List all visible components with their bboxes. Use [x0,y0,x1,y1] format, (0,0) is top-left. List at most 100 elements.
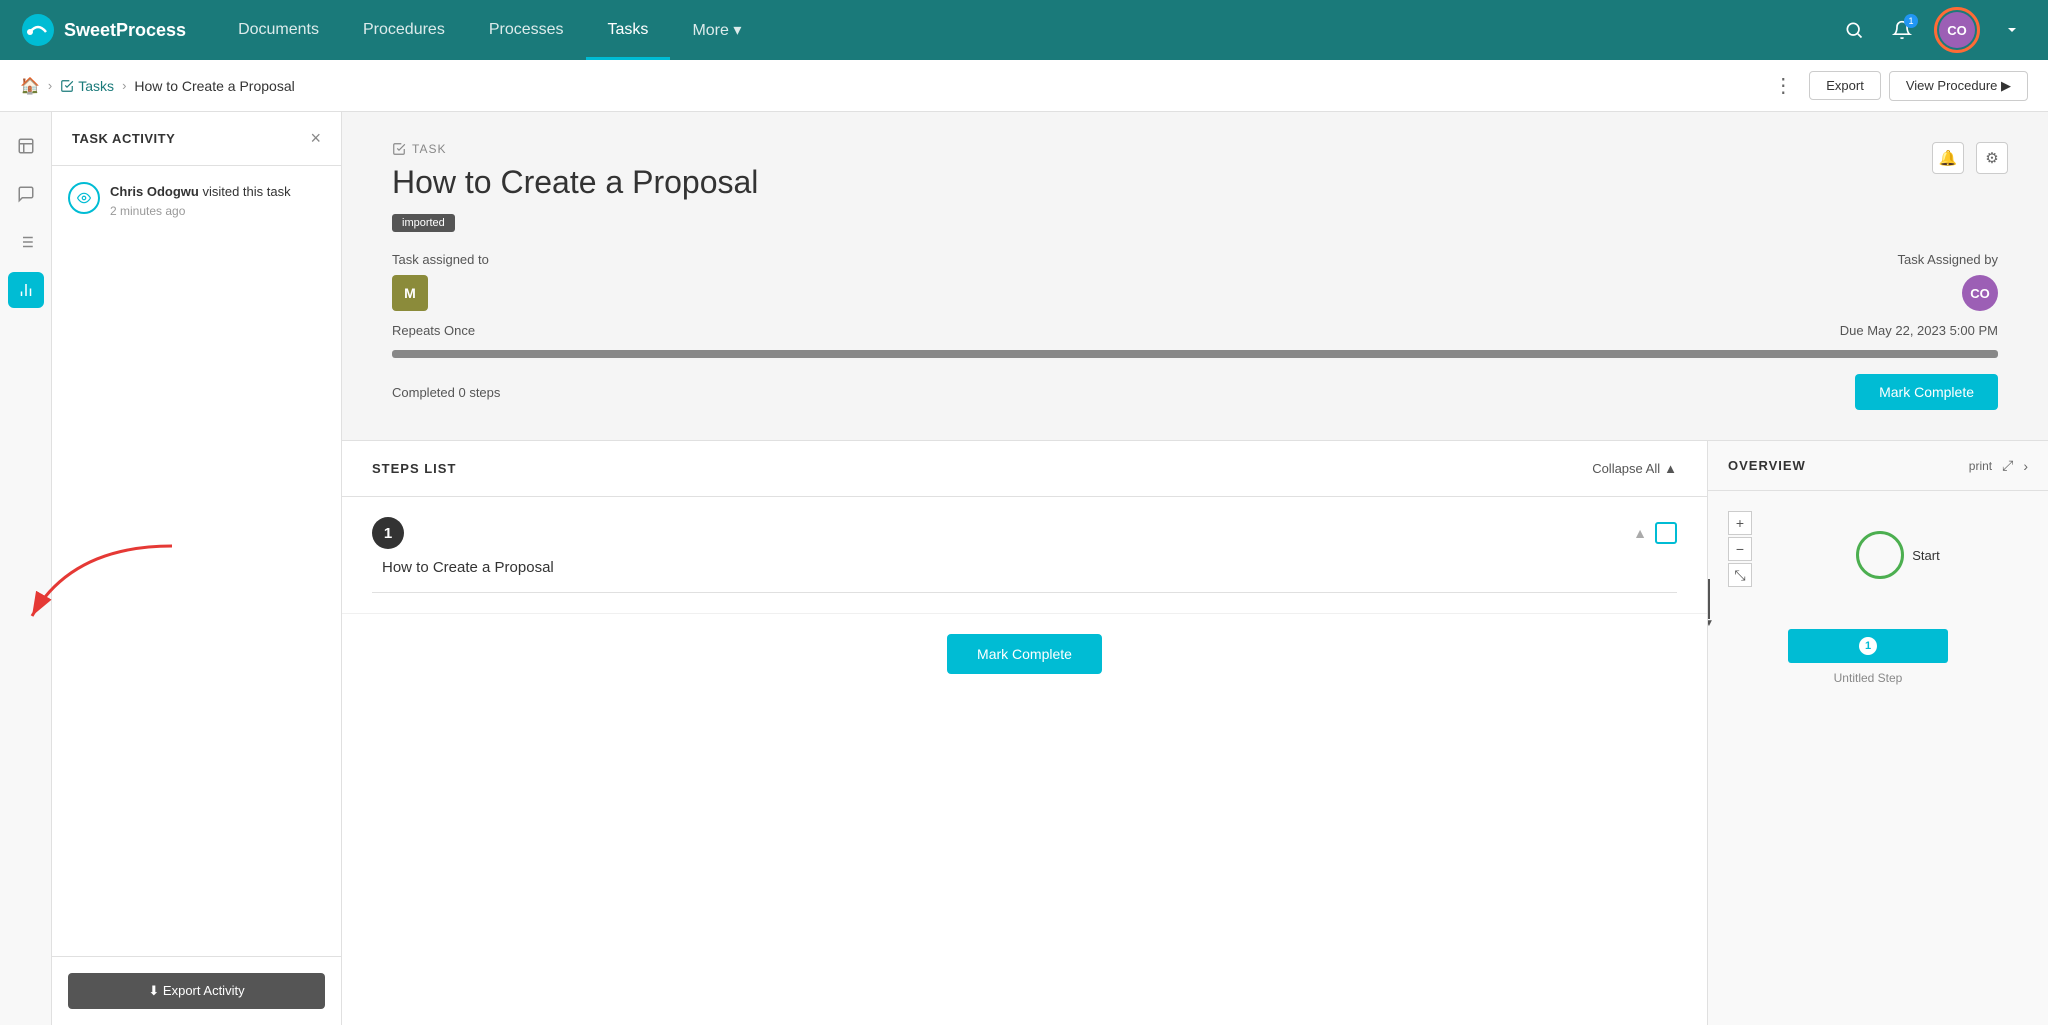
progress-bar [392,350,1998,358]
breadcrumb-sep-2: › [122,78,126,93]
flow-start-row: Start [1856,531,1939,579]
mark-complete-step-button[interactable]: Mark Complete [947,634,1102,674]
activity-action: visited this task [199,184,291,199]
breadcrumb-bar: 🏠 › Tasks › How to Create a Proposal ⋮ E… [0,60,2048,112]
flow-arrow [1708,579,1710,619]
sidebar-icon-chat[interactable] [8,176,44,212]
activity-eye-icon [68,182,100,214]
step-controls: ▲ [1633,522,1677,544]
activity-footer: ⬇ Export Activity [52,956,341,1025]
zoom-fit-button[interactable]: ⤡ [1728,563,1752,587]
bell-icon-button[interactable]: 🔔 [1932,142,1964,174]
step-divider [372,592,1677,593]
user-dropdown-arrow[interactable] [1996,14,2028,46]
due-date-text: Due May 22, 2023 5:00 PM [1840,323,1998,338]
overview-title: OVERVIEW [1728,458,1806,473]
notifications-button[interactable]: 1 [1886,14,1918,46]
flow-untitled-label: Untitled Step [1788,671,1948,685]
step-chevron-up[interactable]: ▲ [1633,525,1647,541]
tasks-breadcrumb-link[interactable]: Tasks [60,78,114,94]
more-options-button[interactable]: ⋮ [1765,69,1801,102]
assigner-avatar: CO [1962,275,1998,311]
left-sidebar [0,112,52,1025]
repeats-row: Repeats Once Due May 22, 2023 5:00 PM [392,323,1998,338]
steps-title: STEPS LIST [372,461,456,476]
task-assigned-to: Task assigned to M [392,252,489,311]
notification-badge: 1 [1904,14,1918,28]
nav-items: Documents Procedures Processes Tasks Mor… [216,0,1838,60]
flowchart: Start 1 Untitled Step [1768,521,2028,685]
task-label: TASK [392,142,1998,156]
zoom-in-button[interactable]: + [1728,511,1752,535]
breadcrumb-actions: ⋮ Export View Procedure ▶ [1765,69,2028,102]
overview-print-button[interactable]: print [1969,459,1992,473]
export-activity-button[interactable]: ⬇ Export Activity [68,973,325,1009]
steps-header: STEPS LIST Collapse All ▲ [342,441,1707,497]
activity-panel-title: TASK ACTIVITY [72,131,175,146]
flow-step-num: 1 [1859,637,1877,655]
mark-complete-button[interactable]: Mark Complete [1855,374,1998,410]
activity-panel: TASK ACTIVITY × Chris Odogwu visited thi… [52,112,342,1025]
activity-user: Chris Odogwu [110,184,199,199]
completed-row: Completed 0 steps Mark Complete [392,374,1998,410]
step-name: How to Create a Proposal [382,559,1677,576]
layout-icon-button[interactable]: ⚙ [1976,142,2008,174]
task-header-icons: 🔔 ⚙ [1932,142,2008,174]
logo-icon [20,12,56,48]
main-layout: TASK ACTIVITY × Chris Odogwu visited thi… [0,112,2048,1025]
flow-start-label: Start [1912,548,1939,563]
logo-text: SweetProcess [64,20,186,41]
step-number-row: 1 ▲ [372,517,1677,549]
activity-panel-header: TASK ACTIVITY × [52,112,341,166]
breadcrumb-sep-1: › [48,78,52,93]
top-nav: SweetProcess Documents Procedures Proces… [0,0,2048,60]
overview-actions: print ⤢ › [1969,457,2028,474]
task-meta-row: Task assigned to M Task Assigned by CO [392,252,1998,311]
activity-panel-close[interactable]: × [310,128,321,149]
completed-steps-text: Completed 0 steps [392,385,500,400]
steps-footer: Mark Complete [342,614,1707,694]
repeats-text: Repeats Once [392,323,475,338]
step-number: 1 [372,517,404,549]
sidebar-icon-chart[interactable] [8,272,44,308]
imported-badge: imported [392,214,455,232]
nav-more[interactable]: More ▾ [670,0,763,60]
nav-documents[interactable]: Documents [216,0,341,60]
task-title: How to Create a Proposal [392,164,1998,201]
table-row: 1 ▲ How to Create a Proposal [342,497,1707,614]
overview-next-button[interactable]: › [2023,458,2028,474]
steps-panel: STEPS LIST Collapse All ▲ 1 ▲ How to [342,441,1708,1025]
assignee-avatar: M [392,275,428,311]
search-button[interactable] [1838,14,1870,46]
task-assigned-to-label: Task assigned to [392,252,489,267]
activity-list: Chris Odogwu visited this task 2 minutes… [52,166,341,956]
activity-text: Chris Odogwu visited this task 2 minutes… [110,182,291,218]
nav-tasks[interactable]: Tasks [586,0,671,60]
chevron-up-icon: ▲ [1664,461,1677,476]
nav-processes[interactable]: Processes [467,0,586,60]
lower-section: STEPS LIST Collapse All ▲ 1 ▲ How to [342,441,2048,1025]
zoom-out-button[interactable]: − [1728,537,1752,561]
zoom-controls: + − ⤡ [1728,511,1752,587]
logo[interactable]: SweetProcess [20,12,186,48]
sidebar-icon-document[interactable] [8,128,44,164]
nav-right: 1 CO [1838,7,2028,53]
collapse-all-button[interactable]: Collapse All ▲ [1592,461,1677,476]
step-checkbox[interactable] [1655,522,1677,544]
task-header-section: 🔔 ⚙ TASK How to Create a Proposal import… [342,112,2048,441]
overview-expand-button[interactable]: ⤢ [2002,457,2013,474]
nav-procedures[interactable]: Procedures [341,0,467,60]
sidebar-icon-list[interactable] [8,224,44,260]
flow-step-box: 1 [1788,629,1948,663]
overview-panel: OVERVIEW print ⤢ › + − ⤡ [1708,441,2048,1025]
list-item: Chris Odogwu visited this task 2 minutes… [68,182,325,218]
view-procedure-button[interactable]: View Procedure ▶ [1889,71,2028,101]
export-button[interactable]: Export [1809,71,1881,100]
flow-start-node [1856,531,1904,579]
activity-time: 2 minutes ago [110,204,291,218]
home-link[interactable]: 🏠 [20,76,40,96]
task-assigned-by-label: Task Assigned by [1898,252,1998,267]
task-assigned-by: Task Assigned by CO [1898,252,1998,311]
user-avatar-wrap[interactable]: CO [1934,7,1980,53]
breadcrumb-current: How to Create a Proposal [134,78,294,94]
